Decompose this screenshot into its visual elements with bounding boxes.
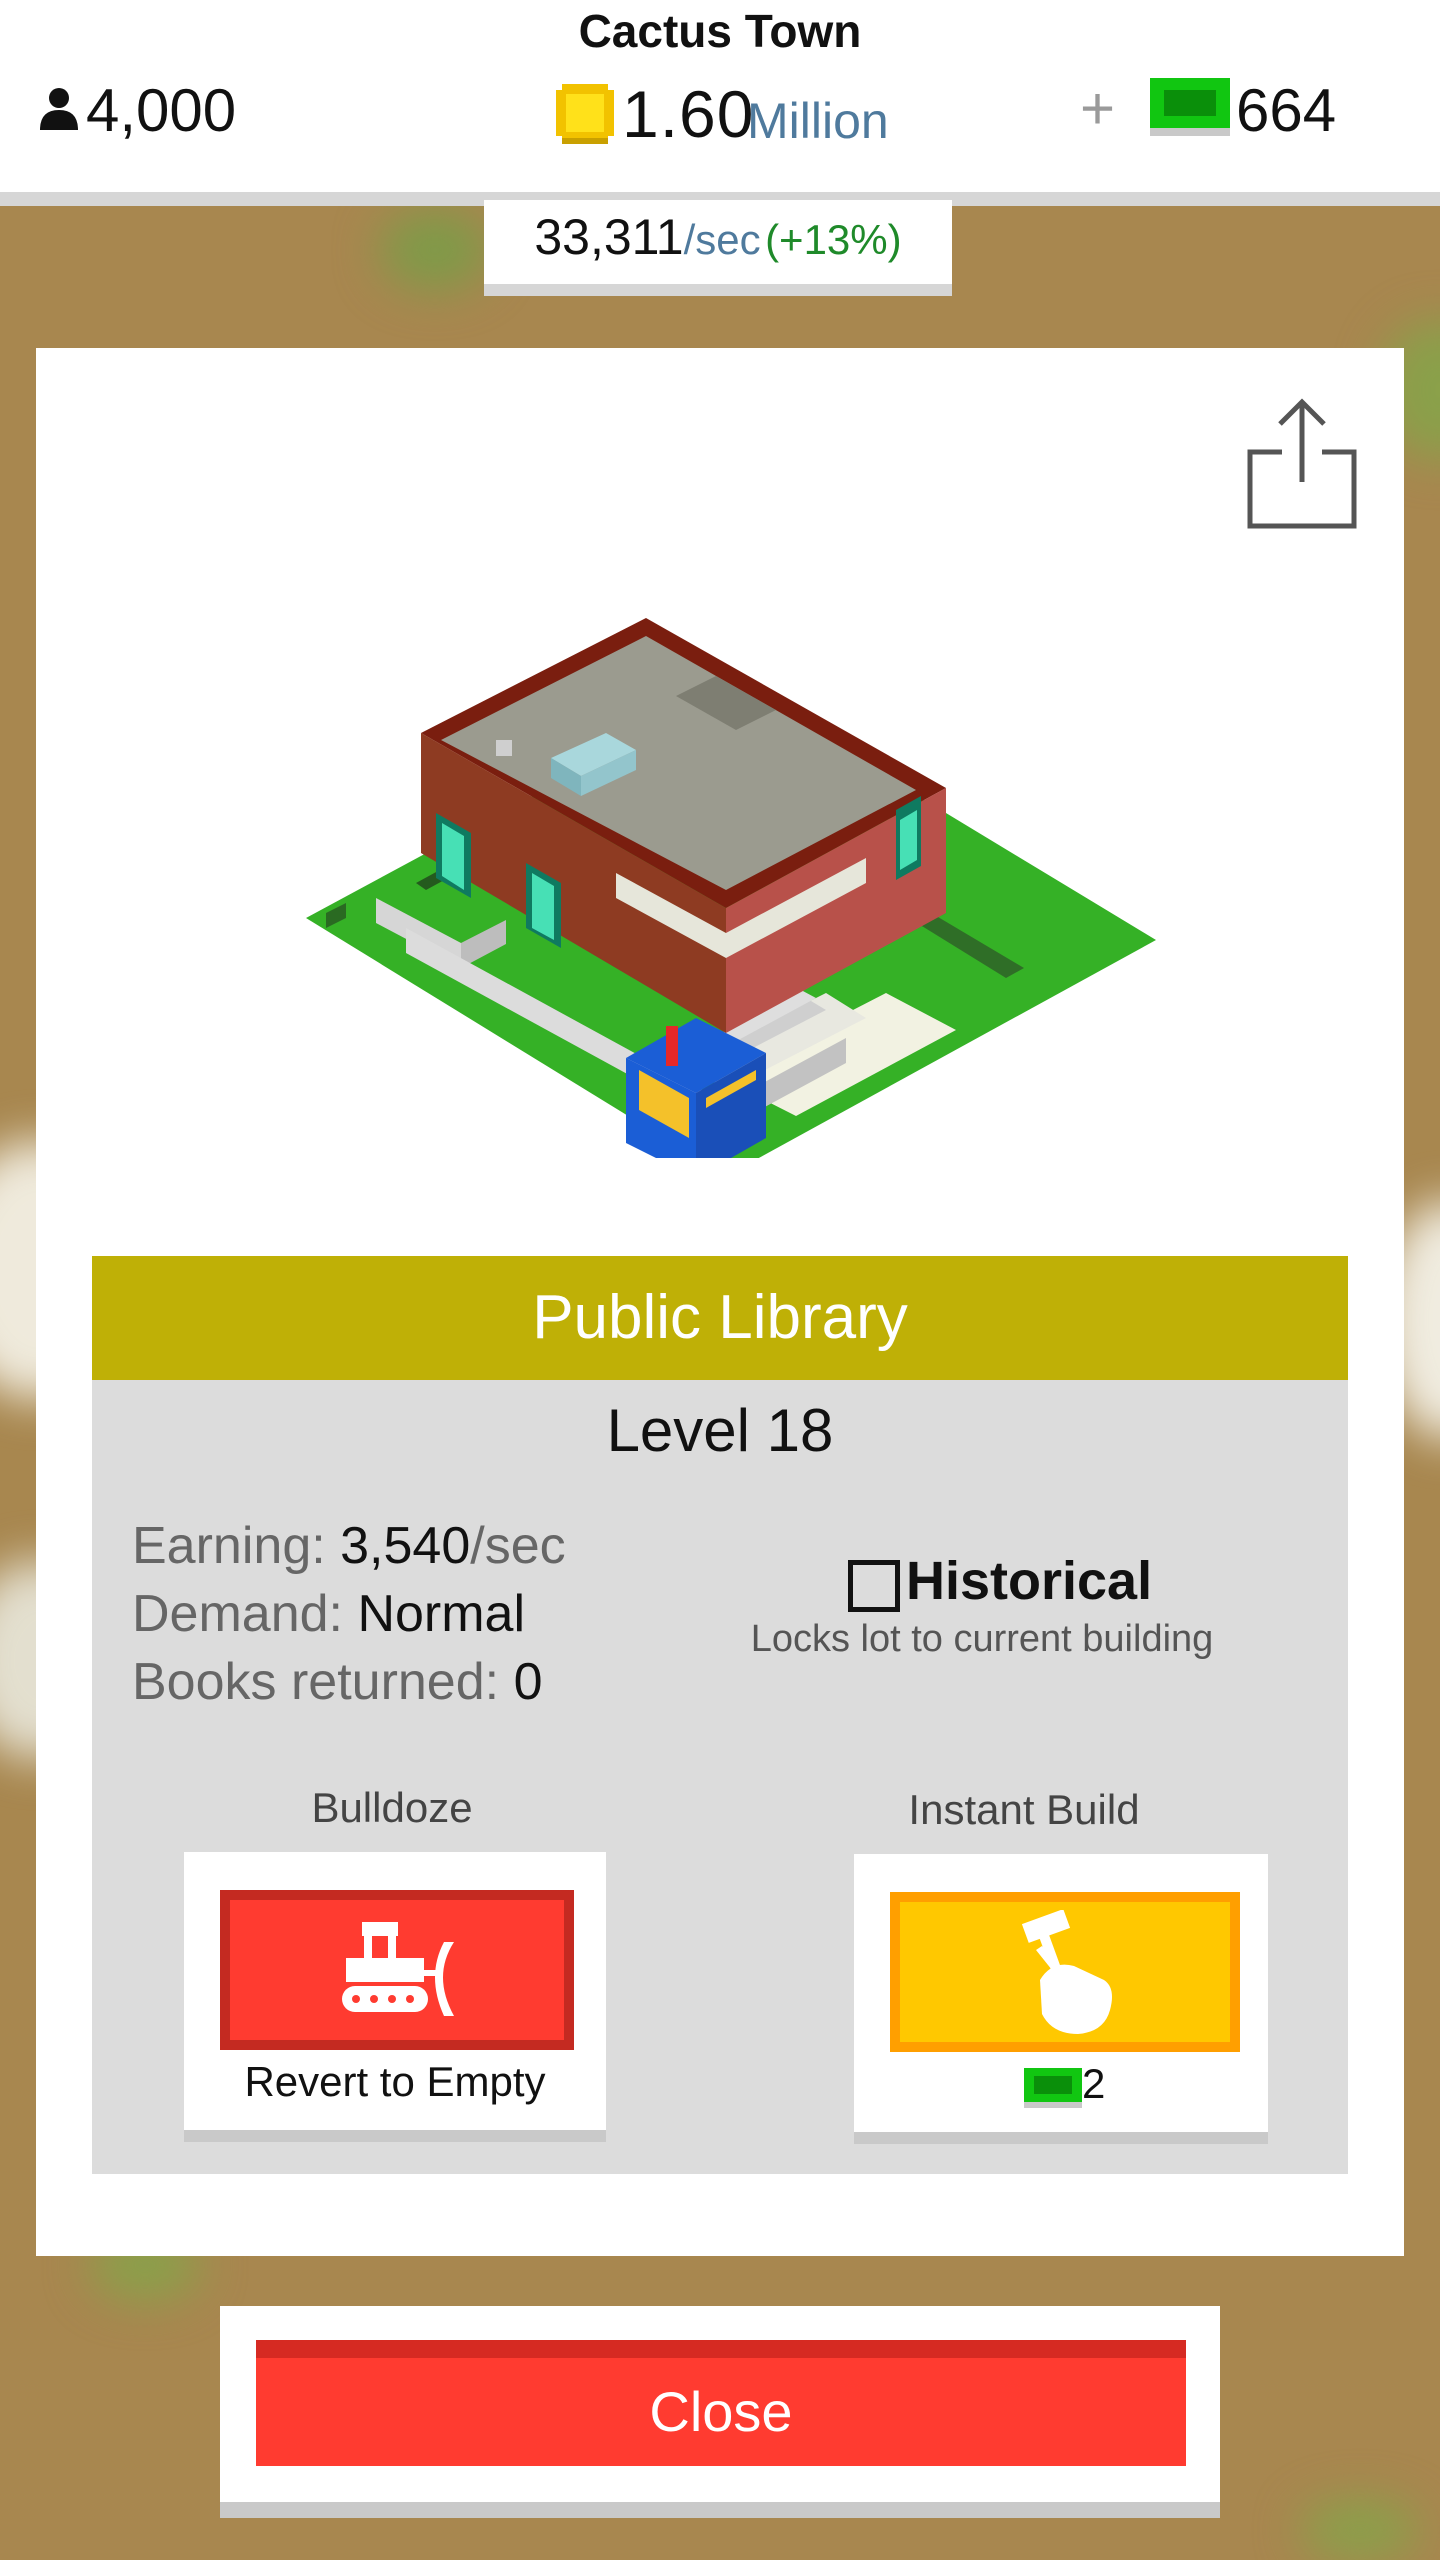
income-rate-bonus: (+13%) [765,216,902,263]
revert-to-empty-label: Revert to Empty [244,2058,546,2105]
bulldoze-card: Revert to Empty [184,1852,606,2142]
hammer-hand-icon [1021,1910,1112,2034]
money-unit: Million [747,93,889,149]
top-bar: Cactus Town 4,000 1.60 Million + 664 [0,0,1440,206]
historical-description: Locks lot to current building [750,1618,1214,1660]
demand-value: Normal [357,1585,526,1643]
income-rate-unit: /sec [683,216,761,263]
historical-label[interactable]: Historical [906,1550,1152,1612]
instant-build-button[interactable] [890,1892,1240,2052]
books-value: 0 [513,1653,543,1711]
building-detail-panel: Public Library Level 18 Earning: 3,540/s… [36,348,1404,2256]
bulldozer-icon [342,1922,454,2016]
demand-stat: Demand: Normal [132,1584,525,1644]
building-level: Level 18 [606,1397,834,1464]
demand-key: Demand: [132,1585,343,1643]
instant-build-label: Instant Build [908,1786,1140,1833]
bulldoze-label: Bulldoze [311,1784,473,1831]
share-icon[interactable] [1246,396,1358,530]
bulldoze-button[interactable] [220,1890,574,2050]
population-value: 4,000 [86,77,237,144]
money-value: 1.60 [622,77,755,151]
earning-key: Earning: [132,1517,326,1575]
books-stat: Books returned: 0 [132,1652,542,1712]
person-icon [40,88,78,130]
historical-checkbox[interactable] [848,1560,900,1612]
earning-stat: Earning: 3,540/sec [132,1516,566,1576]
instant-build-cost: 2 [1082,2060,1106,2107]
cost-cash-icon [1024,2068,1082,2108]
earning-value: 3,540 [340,1517,471,1575]
library-building-illustration [306,618,1156,1158]
coin-icon [556,84,614,144]
building-name: Public Library [92,1256,1348,1380]
income-rate-value: 33,311 [534,209,684,265]
instant-build-card: 2 [854,1854,1268,2144]
buy-cash-button[interactable]: + [1080,74,1115,143]
building-info-box: Level 18 Earning: 3,540/sec Demand: Norm… [92,1380,1348,2174]
income-rate-tab: 33,311/sec (+13%) [484,200,952,296]
close-button[interactable]: Close [256,2340,1186,2466]
books-key: Books returned: [132,1653,500,1711]
close-container: Close [220,2306,1220,2518]
cash-icon[interactable] [1150,78,1230,136]
cash-value: 664 [1236,77,1337,144]
earning-unit: /sec [470,1517,566,1575]
town-name: Cactus Town [578,5,862,57]
